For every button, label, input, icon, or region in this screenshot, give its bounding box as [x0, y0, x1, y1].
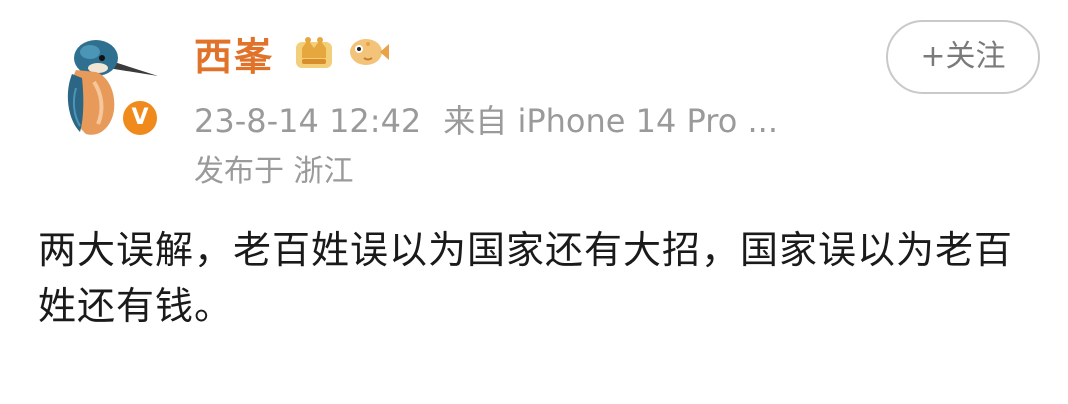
username[interactable]: 西峯 — [194, 26, 274, 81]
post-location: 发布于 浙江 — [194, 154, 354, 189]
follow-button[interactable]: +关注 — [886, 20, 1040, 94]
post-source[interactable]: 来自 iPhone 14 Pro ... — [443, 102, 778, 140]
crown-badge-icon[interactable] — [292, 32, 336, 72]
post-time: 23-8-14 12:42 — [194, 102, 422, 140]
post-meta: 23-8-14 12:42 来自 iPhone 14 Pro ... — [194, 96, 778, 142]
post-content: 两大误解，老百姓误以为国家还有大招，国家误以为老百姓还有钱。 — [38, 228, 1014, 328]
avatar[interactable]: V — [50, 18, 160, 138]
verified-badge: V — [120, 98, 160, 138]
weibo-post: V 西峯 23-8-14 12:42 来自 iPhone 14 Pro ... 发… — [0, 0, 1068, 404]
user-badges — [292, 30, 400, 74]
fish-badge-icon[interactable] — [346, 32, 390, 72]
